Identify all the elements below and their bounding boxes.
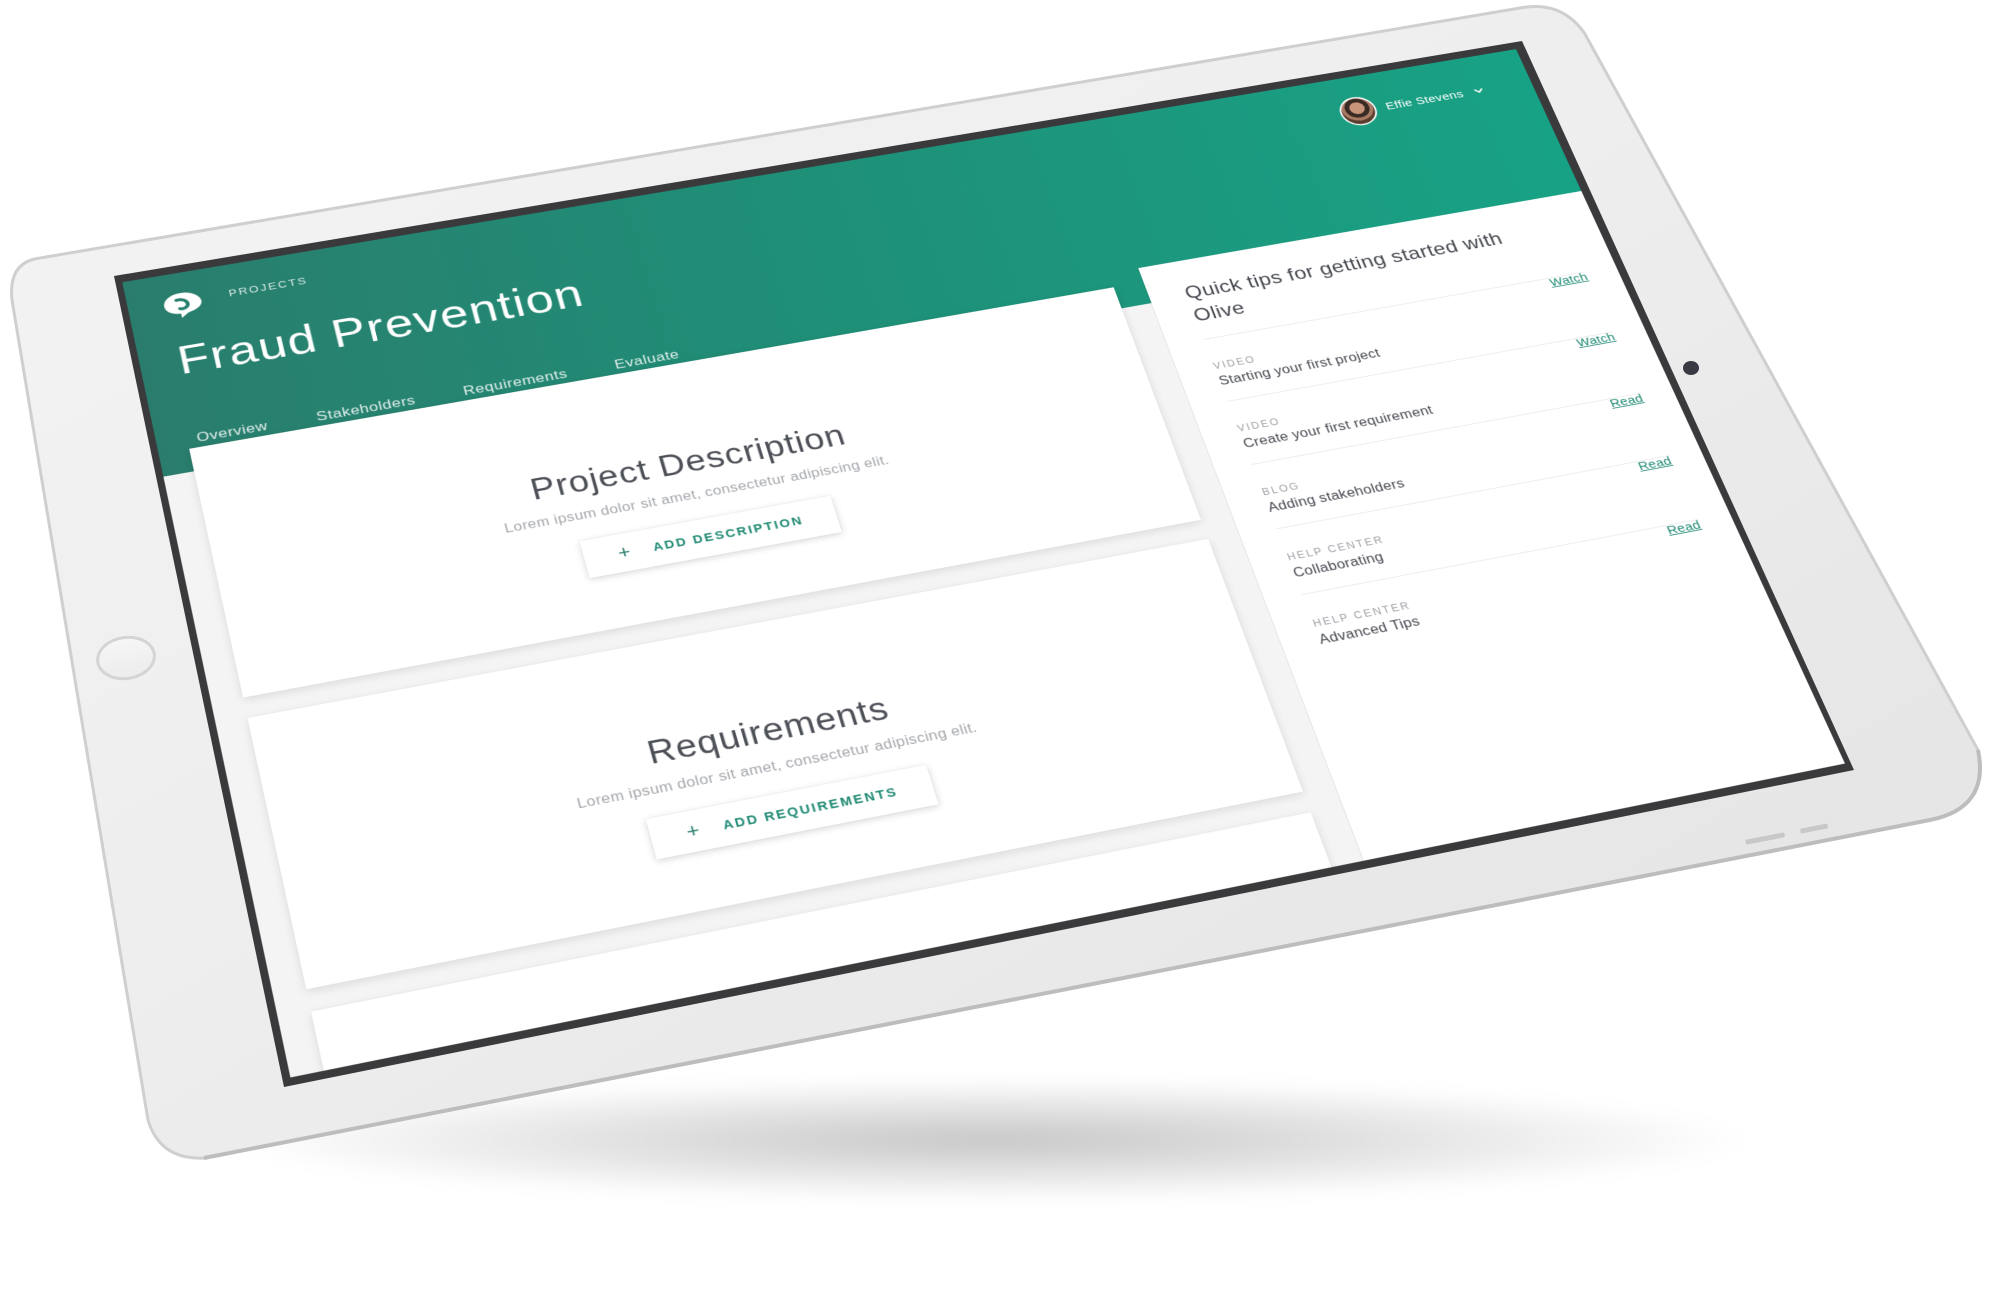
card-text: Lorem ipsum dolor sit amet, consectetur … xyxy=(575,720,980,812)
chevron-down-icon[interactable] xyxy=(1471,85,1487,96)
avatar[interactable] xyxy=(1334,94,1382,129)
plus-icon: + xyxy=(615,541,635,563)
user-name[interactable]: Effie Stevens xyxy=(1384,88,1466,112)
button-label: ADD REQUIREMENTS xyxy=(721,784,900,832)
user-menu[interactable]: Effie Stevens xyxy=(1334,76,1491,129)
olive-logo-icon[interactable] xyxy=(158,286,209,322)
camera xyxy=(1683,361,1699,375)
tip-type: BLOG xyxy=(1260,480,1302,498)
tablet-device: PROJECTS Fraud Prevention Overview Stake… xyxy=(0,0,2002,1291)
tips-list: Watch VIDEO Starting your first project … xyxy=(1203,271,1728,662)
button-label: ADD DESCRIPTION xyxy=(651,513,805,554)
card-text: Lorem ipsum dolor sit amet, consectetur … xyxy=(503,453,892,536)
breadcrumb[interactable]: PROJECTS xyxy=(227,275,308,299)
plus-icon: + xyxy=(683,818,705,843)
watch-link[interactable]: Watch xyxy=(1548,271,1591,289)
